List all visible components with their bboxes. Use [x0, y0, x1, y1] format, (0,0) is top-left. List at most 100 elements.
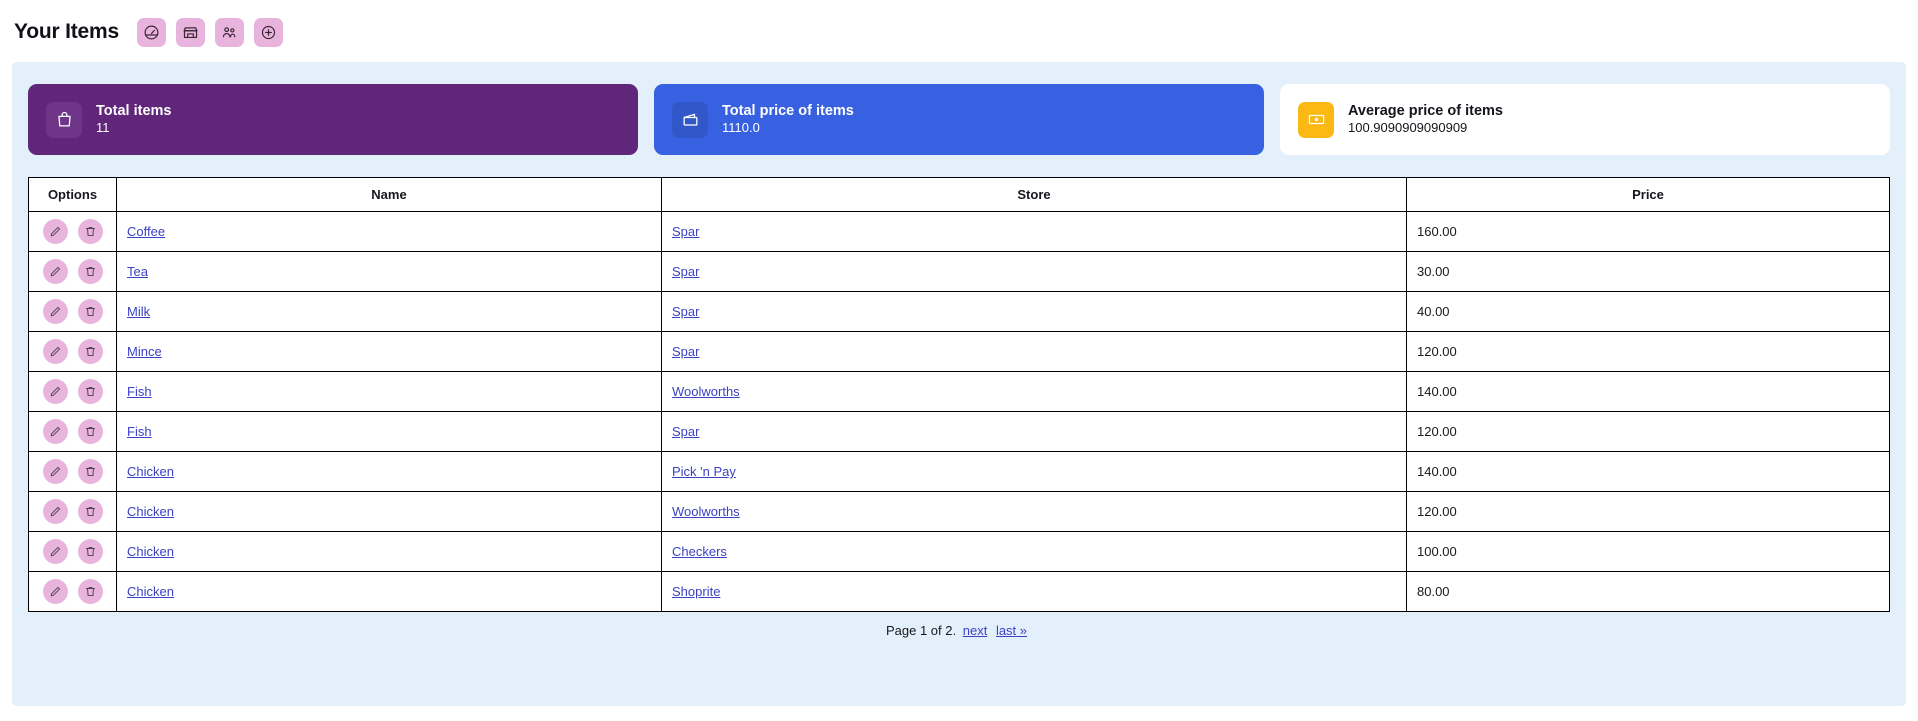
row-options-cell [28, 571, 117, 612]
edit-button[interactable] [42, 299, 68, 324]
item-name-link[interactable]: Fish [127, 424, 152, 439]
row-price-cell: 80.00 [1406, 571, 1890, 612]
trash-icon [84, 505, 97, 518]
dashboard-gauge-icon [143, 24, 160, 41]
row-store-cell: Checkers [661, 531, 1407, 572]
row-name-cell: Mince [116, 331, 662, 372]
row-action-group [39, 539, 106, 564]
pencil-icon [49, 545, 62, 558]
edit-button[interactable] [42, 379, 68, 404]
edit-button[interactable] [42, 539, 68, 564]
trash-icon [84, 345, 97, 358]
item-name-link[interactable]: Milk [127, 304, 150, 319]
item-store-link[interactable]: Spar [672, 344, 699, 359]
table-row: Tea Spar 30.00 [28, 251, 1890, 292]
nav-dashboard-button[interactable] [136, 17, 166, 47]
item-store-link[interactable]: Checkers [672, 544, 727, 559]
item-name-link[interactable]: Chicken [127, 584, 174, 599]
item-store-link[interactable]: Pick 'n Pay [672, 464, 736, 479]
item-name-link[interactable]: Fish [127, 384, 152, 399]
nav-stores-button[interactable] [175, 17, 205, 47]
row-action-group [39, 299, 106, 324]
edit-button[interactable] [42, 579, 68, 604]
row-price-cell: 120.00 [1406, 491, 1890, 532]
edit-button[interactable] [42, 219, 68, 244]
row-action-group [39, 259, 106, 284]
delete-button[interactable] [77, 379, 103, 404]
nav-users-button[interactable] [214, 17, 244, 47]
pencil-icon [49, 345, 62, 358]
delete-button[interactable] [77, 539, 103, 564]
wallet-icon [672, 101, 708, 138]
table-row: Coffee Spar 160.00 [28, 211, 1890, 252]
delete-button[interactable] [77, 259, 103, 284]
delete-button[interactable] [77, 499, 103, 524]
table-row: Fish Woolworths 140.00 [28, 371, 1890, 412]
item-store-link[interactable]: Spar [672, 224, 699, 239]
delete-button[interactable] [77, 339, 103, 364]
pagination-last-link[interactable]: last » [996, 623, 1027, 638]
row-options-cell [28, 531, 117, 572]
trash-icon [84, 305, 97, 318]
edit-button[interactable] [42, 499, 68, 524]
delete-button[interactable] [77, 459, 103, 484]
row-name-cell: Chicken [116, 531, 662, 572]
row-options-cell [28, 211, 117, 252]
pencil-icon [49, 265, 62, 278]
items-table-wrapper: Options Name Store Price Coffee Spar 160.0… [28, 177, 1890, 638]
item-name-link[interactable]: Chicken [127, 464, 174, 479]
pagination-next-link[interactable]: next [963, 623, 988, 638]
stat-card-total-price: Total price of items 1110.0 [654, 84, 1264, 155]
table-row: Chicken Checkers 100.00 [28, 531, 1890, 572]
table-body: Coffee Spar 160.00 Tea Spar 30.00 Milk Spar 40.0… [28, 211, 1890, 612]
row-name-cell: Tea [116, 251, 662, 292]
item-store-link[interactable]: Spar [672, 424, 699, 439]
trash-icon [84, 585, 97, 598]
table-row: Fish Spar 120.00 [28, 411, 1890, 452]
stat-card-average-price: Average price of items 100.9090909090909 [1280, 84, 1890, 155]
edit-button[interactable] [42, 259, 68, 284]
item-name-link[interactable]: Mince [127, 344, 162, 359]
delete-button[interactable] [77, 219, 103, 244]
stat-value: 100.9090909090909 [1348, 120, 1468, 136]
row-store-cell: Spar [661, 291, 1407, 332]
nav-add-item-button[interactable] [253, 17, 283, 47]
pencil-icon [49, 385, 62, 398]
item-store-link[interactable]: Spar [672, 264, 699, 279]
row-store-cell: Spar [661, 211, 1407, 252]
users-group-icon [221, 24, 238, 41]
plus-circle-icon [260, 24, 277, 41]
banknote-icon [1298, 101, 1334, 138]
table-row: Milk Spar 40.00 [28, 291, 1890, 332]
item-store-link[interactable]: Woolworths [672, 384, 740, 399]
item-store-link[interactable]: Spar [672, 304, 699, 319]
edit-button[interactable] [42, 459, 68, 484]
row-options-cell [28, 331, 117, 372]
shopping-bag-icon [46, 101, 82, 138]
row-store-cell: Woolworths [661, 371, 1407, 412]
item-name-link[interactable]: Chicken [127, 544, 174, 559]
item-name-link[interactable]: Coffee [127, 224, 165, 239]
table-head: Options Name Store Price [28, 177, 1890, 212]
table-row: Mince Spar 120.00 [28, 331, 1890, 372]
item-store-link[interactable]: Woolworths [672, 504, 740, 519]
item-name-link[interactable]: Tea [127, 264, 148, 279]
row-name-cell: Coffee [116, 211, 662, 252]
delete-button[interactable] [77, 419, 103, 444]
row-options-cell [28, 411, 117, 452]
edit-button[interactable] [42, 419, 68, 444]
item-name-link[interactable]: Chicken [127, 504, 174, 519]
column-header-name: Name [116, 177, 662, 212]
pencil-icon [49, 465, 62, 478]
stat-card-total-items: Total items 11 [28, 84, 638, 155]
trash-icon [84, 425, 97, 438]
item-store-link[interactable]: Shoprite [672, 584, 720, 599]
items-table: Options Name Store Price Coffee Spar 160.0… [28, 177, 1890, 612]
delete-button[interactable] [77, 579, 103, 604]
row-store-cell: Spar [661, 251, 1407, 292]
row-name-cell: Chicken [116, 491, 662, 532]
delete-button[interactable] [77, 299, 103, 324]
edit-button[interactable] [42, 339, 68, 364]
row-name-cell: Chicken [116, 451, 662, 492]
row-name-cell: Chicken [116, 571, 662, 612]
